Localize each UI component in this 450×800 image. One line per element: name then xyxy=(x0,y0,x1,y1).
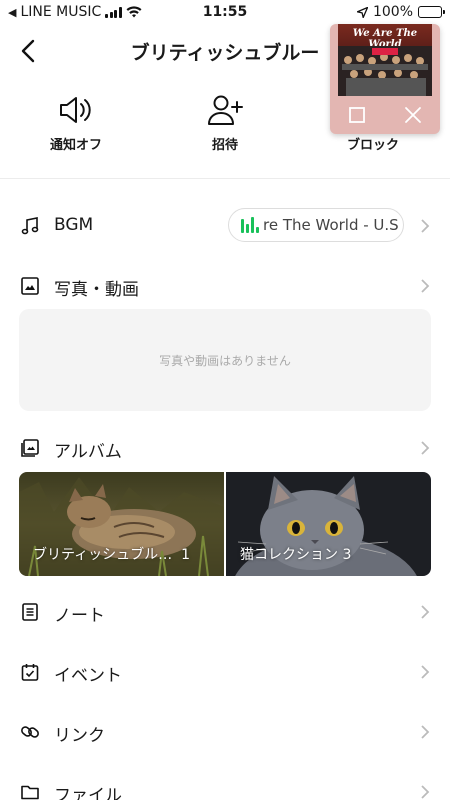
expand-window-icon[interactable] xyxy=(346,104,368,126)
photos-empty-state: 写真や動画はありません xyxy=(19,309,431,411)
close-icon[interactable] xyxy=(402,104,424,126)
invite-button[interactable]: 招待 xyxy=(175,90,275,153)
chevron-right-icon xyxy=(421,605,430,619)
row-note[interactable]: ノート xyxy=(0,592,450,632)
bgm-label: BGM xyxy=(54,215,94,235)
album-card-british-blue[interactable]: ブリティッシュブル… 1 xyxy=(19,472,224,576)
album-label: アルバム xyxy=(54,442,122,462)
album-grid: ブリティッシュブル… 1 猫コレクション 3 xyxy=(19,472,431,576)
link-label: リンク xyxy=(54,726,105,746)
speaker-icon xyxy=(60,97,91,123)
add-user-icon xyxy=(208,95,243,125)
chevron-right-icon xyxy=(421,279,430,293)
status-right: 100% xyxy=(356,4,445,20)
calendar-icon xyxy=(21,664,39,681)
event-label: イベント xyxy=(54,666,122,686)
album-card-cat-collection[interactable]: 猫コレクション 3 xyxy=(226,472,431,576)
equalizer-icon xyxy=(241,217,259,233)
mini-player[interactable]: We Are The World xyxy=(330,24,440,134)
bgm-track-text: re The World - U.S xyxy=(263,216,399,234)
link-icon xyxy=(21,726,39,738)
mute-notifications-label: 通知オフ xyxy=(49,138,102,153)
battery-percent: 100% xyxy=(372,4,413,20)
chevron-right-icon xyxy=(421,785,430,799)
album-caption: 猫コレクション 3 xyxy=(240,544,351,564)
chevron-right-icon xyxy=(421,665,430,679)
folder-icon xyxy=(21,785,39,800)
chevron-right-icon xyxy=(421,725,430,739)
row-file[interactable]: ファイル xyxy=(0,772,450,800)
note-label: ノート xyxy=(54,606,105,626)
divider xyxy=(0,178,450,179)
note-icon xyxy=(22,603,38,621)
album-caption: ブリティッシュブル… 1 xyxy=(33,544,190,564)
file-label: ファイル xyxy=(54,786,122,800)
status-bar: ◀ LINE MUSIC 11:55 100% xyxy=(0,0,450,26)
photos-label: 写真・動画 xyxy=(54,280,139,300)
row-event[interactable]: イベント xyxy=(0,652,450,692)
cover-crowd-image xyxy=(338,46,432,96)
back-icon[interactable] xyxy=(14,36,44,66)
album-count: 3 xyxy=(342,547,352,563)
mute-notifications-button[interactable]: 通知オフ xyxy=(26,90,126,153)
album-count: 1 xyxy=(181,547,190,563)
row-album[interactable]: アルバム xyxy=(0,428,450,468)
chevron-right-icon xyxy=(421,219,430,233)
invite-label: 招待 xyxy=(211,138,238,153)
row-link[interactable]: リンク xyxy=(0,712,450,752)
chevron-right-icon xyxy=(421,441,430,455)
album-icon xyxy=(21,439,39,457)
bgm-track-pill[interactable]: re The World - U.S xyxy=(228,208,404,242)
photo-icon xyxy=(21,277,39,295)
battery-icon xyxy=(418,6,445,18)
block-label: ブロック xyxy=(346,138,399,153)
row-photos[interactable]: 写真・動画 xyxy=(0,266,450,306)
music-note-icon xyxy=(21,217,39,235)
album-cover-thumbnail: We Are The World xyxy=(338,24,432,96)
album-name: 猫コレクション xyxy=(240,547,338,563)
album-name: ブリティッシュブル… xyxy=(33,547,173,563)
photos-empty-text: 写真や動画はありません xyxy=(159,353,291,368)
location-icon xyxy=(356,6,368,18)
